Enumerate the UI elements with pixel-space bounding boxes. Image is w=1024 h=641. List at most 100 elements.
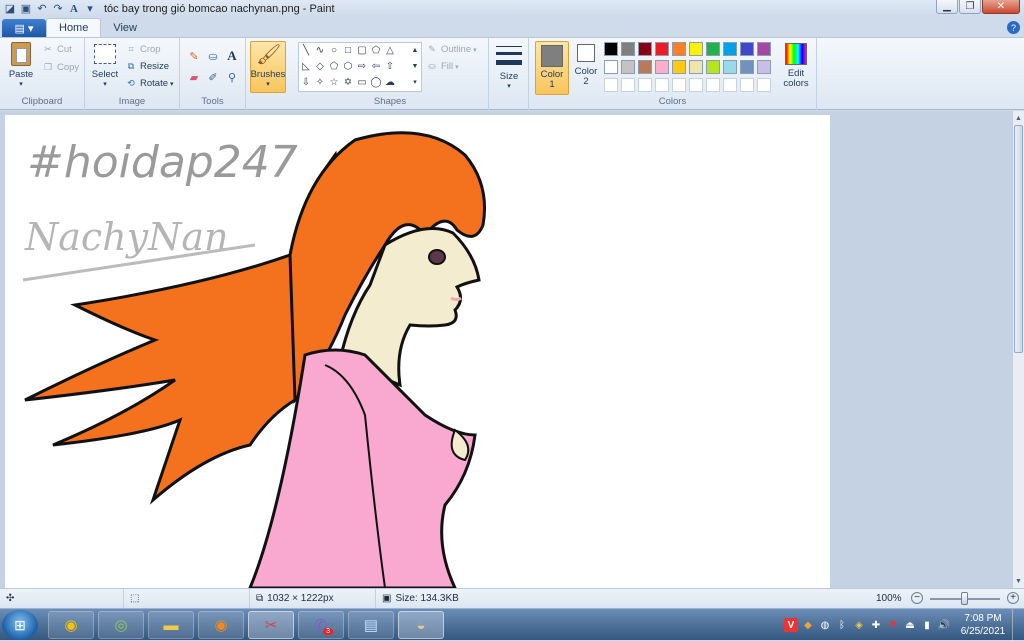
eraser-icon[interactable]: ▰: [186, 69, 202, 85]
tab-home[interactable]: Home: [46, 18, 102, 37]
taskbar-paint[interactable]: ◒: [398, 611, 444, 639]
palette-swatch[interactable]: [672, 60, 686, 74]
paste-button[interactable]: Paste ▾: [6, 42, 36, 88]
down-arrow-shape-icon[interactable]: ⇩: [300, 76, 312, 88]
shapes-scroll-down-icon[interactable]: ▼: [409, 60, 421, 72]
zoom-slider-thumb[interactable]: [961, 592, 968, 605]
line-shape-icon[interactable]: ╲: [300, 44, 312, 56]
palette-swatch[interactable]: [706, 60, 720, 74]
outline-button[interactable]: ✎ Outline ▾: [426, 44, 476, 55]
palette-swatch[interactable]: [740, 60, 754, 74]
palette-swatch[interactable]: [757, 60, 771, 74]
select-button[interactable]: Select ▾: [91, 44, 119, 88]
right-arrow-shape-icon[interactable]: ⇨: [356, 60, 368, 72]
cloud-callout-shape-icon[interactable]: ☁: [384, 76, 396, 88]
color2-button[interactable]: Color 2: [571, 44, 601, 87]
rounded-callout-shape-icon[interactable]: ▭: [356, 76, 368, 88]
show-desktop-button[interactable]: [1012, 609, 1024, 641]
usb-tray-icon[interactable]: ⏏: [903, 618, 917, 632]
palette-swatch[interactable]: [689, 78, 703, 92]
taskbar-viber[interactable]: ✆ 3: [298, 611, 344, 639]
edit-colors-button[interactable]: Edit colors: [779, 43, 813, 89]
four-point-star-shape-icon[interactable]: ✧: [314, 76, 326, 88]
magnifier-icon[interactable]: ⚲: [224, 69, 240, 85]
save-icon[interactable]: ▣: [18, 1, 34, 16]
vivaldi-tray-icon[interactable]: V: [784, 618, 798, 632]
color1-button[interactable]: Color 1: [535, 41, 569, 95]
scroll-up-icon[interactable]: ▲: [1013, 112, 1024, 124]
flag-tray-icon[interactable]: ⚑: [886, 618, 900, 632]
paint-app-icon[interactable]: ◪: [2, 1, 18, 16]
rounded-rectangle-shape-icon[interactable]: ▢: [356, 44, 368, 56]
diamond-shape-icon[interactable]: ◇: [314, 60, 326, 72]
shapes-scroll-up-icon[interactable]: ▲: [409, 44, 421, 56]
triangle-shape-icon[interactable]: △: [384, 44, 396, 56]
curve-shape-icon[interactable]: ∿: [314, 44, 326, 56]
taskbar-control-panel[interactable]: ▤: [348, 611, 394, 639]
color-picker-icon[interactable]: ✐: [205, 69, 221, 85]
six-point-star-shape-icon[interactable]: ✡: [342, 76, 354, 88]
plugin-tray-icon[interactable]: ✚: [869, 618, 883, 632]
palette-swatch[interactable]: [689, 60, 703, 74]
help-icon[interactable]: ?: [1007, 21, 1020, 34]
network-tray-icon[interactable]: ◍: [818, 618, 832, 632]
minimize-button[interactable]: ▁: [936, 0, 958, 14]
scroll-down-icon[interactable]: ▼: [1013, 575, 1024, 587]
palette-swatch[interactable]: [757, 42, 771, 56]
up-arrow-shape-icon[interactable]: ⇧: [384, 60, 396, 72]
palette-swatch[interactable]: [638, 42, 652, 56]
hexagon-shape-icon[interactable]: ⬡: [342, 60, 354, 72]
close-button[interactable]: ✕: [982, 0, 1020, 14]
customize-qat-icon[interactable]: ▾: [82, 1, 98, 16]
palette-swatch[interactable]: [604, 42, 618, 56]
size-button[interactable]: Size ▾: [494, 43, 524, 90]
pentagon-shape-icon[interactable]: ⬠: [328, 60, 340, 72]
oval-callout-shape-icon[interactable]: ◯: [370, 76, 382, 88]
rectangle-shape-icon[interactable]: □: [342, 44, 354, 56]
left-arrow-shape-icon[interactable]: ⇦: [370, 60, 382, 72]
text-icon[interactable]: A: [66, 1, 82, 16]
signal-tray-icon[interactable]: ▮: [920, 618, 934, 632]
oval-shape-icon[interactable]: ○: [328, 44, 340, 56]
cut-button[interactable]: ✂ Cut: [42, 44, 72, 55]
taskbar-browser[interactable]: ◉: [198, 611, 244, 639]
zoom-out-icon[interactable]: −: [911, 592, 923, 604]
palette-swatch[interactable]: [672, 78, 686, 92]
pencil-icon[interactable]: ✎: [186, 48, 202, 64]
taskbar-snipping[interactable]: ✂: [248, 611, 294, 639]
taskbar-chrome[interactable]: ◉: [48, 611, 94, 639]
taskbar-app-2[interactable]: ◎: [98, 611, 144, 639]
paint-menu-button[interactable]: ▤ ▾: [2, 19, 46, 37]
palette-swatch[interactable]: [604, 60, 618, 74]
undo-icon[interactable]: ↶: [34, 1, 50, 16]
palette-swatch[interactable]: [621, 60, 635, 74]
copy-button[interactable]: ❐ Copy: [42, 62, 79, 73]
palette-swatch[interactable]: [706, 78, 720, 92]
palette-swatch[interactable]: [740, 78, 754, 92]
zoom-in-icon[interactable]: +: [1007, 592, 1019, 604]
palette-swatch[interactable]: [655, 60, 669, 74]
rotate-button[interactable]: ⟲ Rotate ▾: [125, 78, 173, 89]
security-tray-icon[interactable]: ◈: [852, 618, 866, 632]
palette-swatch[interactable]: [706, 42, 720, 56]
palette-swatch[interactable]: [655, 42, 669, 56]
palette-swatch[interactable]: [672, 42, 686, 56]
palette-swatch[interactable]: [723, 42, 737, 56]
maximize-button[interactable]: ❐: [959, 0, 981, 14]
palette-swatch[interactable]: [604, 78, 618, 92]
palette-swatch[interactable]: [638, 78, 652, 92]
tab-view[interactable]: View: [101, 18, 149, 37]
palette-swatch[interactable]: [723, 60, 737, 74]
clock[interactable]: 7:08 PM 6/25/2021: [954, 612, 1012, 638]
redo-icon[interactable]: ↷: [50, 1, 66, 16]
right-triangle-shape-icon[interactable]: ◺: [300, 60, 312, 72]
palette-swatch[interactable]: [723, 78, 737, 92]
drawing-canvas[interactable]: #hoidap247 NachyNan: [5, 115, 830, 588]
bluetooth-tray-icon[interactable]: ᛒ: [835, 618, 849, 632]
start-button[interactable]: ⊞: [2, 610, 38, 640]
resize-button[interactable]: ⧉ Resize: [125, 61, 169, 72]
metamask-tray-icon[interactable]: ◆: [801, 618, 815, 632]
brushes-button[interactable]: 🖌 Brushes ▾: [250, 41, 286, 93]
taskbar-explorer[interactable]: ▬: [148, 611, 194, 639]
palette-swatch[interactable]: [638, 60, 652, 74]
